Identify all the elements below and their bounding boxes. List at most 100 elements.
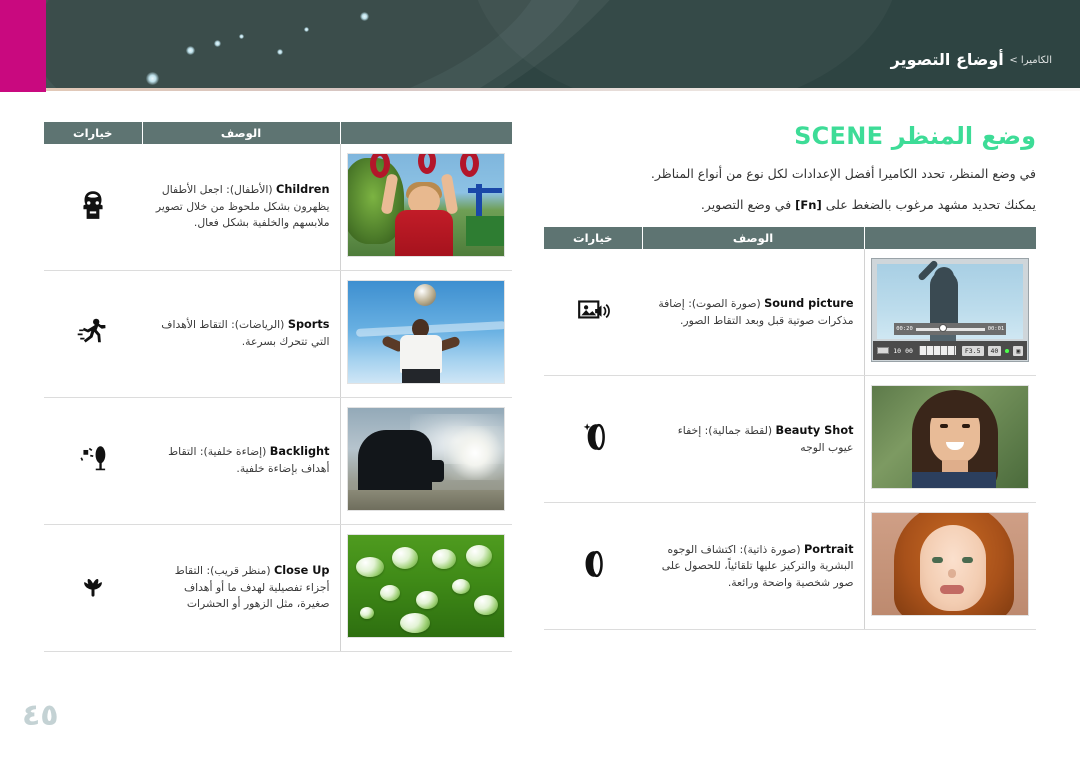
table-row: Beauty Shot (لقطة جمالية): إخفاء عيوب ال… xyxy=(544,375,1036,504)
row-title-en: Children xyxy=(276,183,330,197)
column-header-options: خيارات xyxy=(44,122,143,144)
row-photo-cell xyxy=(340,524,512,652)
scene-options-table-left: الوصف خيارات Children (الأطفال): اجعل ال… xyxy=(44,122,512,652)
row-title-ar: (صورة الصوت) xyxy=(691,296,761,310)
row-title-ar: (الرياضات) xyxy=(234,318,285,332)
row-icon-cell xyxy=(544,375,642,504)
row-description-cell: Backlight (إضاءة خلفية): التقاط أهداف بإ… xyxy=(142,397,341,525)
shots-left: 00 xyxy=(905,346,913,355)
row-title-ar: (إضاءة خلفية) xyxy=(203,445,267,459)
table-head: الوصف خيارات xyxy=(544,227,1036,250)
section-paragraph-1: في وضع المنظر، تحدد الكاميرا أفضل الإعدا… xyxy=(650,166,1036,181)
row-title-ar: (الأطفال) xyxy=(229,183,273,197)
mode-badge: ▣ xyxy=(1013,345,1024,356)
backlit-silhouette-photo xyxy=(347,407,506,511)
row-description-cell: Close Up (منظر قريب): التقاط أجزاء تفصيل… xyxy=(142,524,341,652)
right-column: وضع المنظر SCENE في وضع المنظر، تحدد الك… xyxy=(544,122,1036,631)
section-paragraph-2: يمكنك تحديد مشهد مرغوب بالضغط على [Fn] ف… xyxy=(544,195,1036,215)
time-elapsed: 00:01 xyxy=(987,326,1005,333)
banner-sparkle-dot xyxy=(214,40,221,47)
row-photo-cell xyxy=(340,144,512,271)
sound-picture-icon xyxy=(576,293,610,327)
row-title-en: Beauty Shot xyxy=(775,423,854,437)
row-icon-cell xyxy=(544,249,642,377)
column-header-photo xyxy=(340,122,512,144)
camera-lcd-sound-recording-photo: 00:01 00:20 ▣ 40 F3.5 00 10 xyxy=(871,258,1030,363)
row-title-en: Sports xyxy=(287,318,330,332)
sports-header-ball-photo xyxy=(347,280,506,384)
page-header-banner: الكاميرا > أوضاع التصوير xyxy=(0,0,1080,88)
time-total: 00:20 xyxy=(896,326,913,333)
dewdrops-leaf-photo xyxy=(347,534,506,638)
table-body: 00:01 00:20 ▣ 40 F3.5 00 10 Sound pictur… xyxy=(544,249,1036,631)
row-description-text: Children (الأطفال): اجعل الأطفال يظهرون … xyxy=(152,182,330,231)
iso-value: 40 xyxy=(987,345,1002,356)
banner-underline xyxy=(46,88,1080,91)
aperture-value: F3.5 xyxy=(961,345,984,356)
row-title-en: Portrait xyxy=(804,542,854,556)
banner-sparkle-dot xyxy=(360,12,369,21)
page-number: ٤٥ xyxy=(22,698,59,733)
table-row: 00:01 00:20 ▣ 40 F3.5 00 10 Sound pictur… xyxy=(544,249,1036,377)
table-header-row: الوصف خيارات xyxy=(544,227,1036,250)
row-description-text: Backlight (إضاءة خلفية): التقاط أهداف بإ… xyxy=(152,444,330,477)
row-title-ar: (لقطة جمالية) xyxy=(708,423,773,437)
running-person-icon xyxy=(76,315,110,349)
flower-macro-icon xyxy=(76,569,110,603)
breadcrumb: الكاميرا > أوضاع التصوير xyxy=(891,50,1052,69)
banner-sparkle-dot xyxy=(239,34,244,39)
banner-sparkle-dot xyxy=(277,49,283,55)
row-photo-cell xyxy=(864,375,1036,504)
lcd-status-bar: ▣ 40 F3.5 00 10 xyxy=(873,341,1028,361)
row-icon-cell xyxy=(544,502,642,631)
woman-smiling-photo xyxy=(871,385,1030,490)
beauty-shot-icon xyxy=(576,420,610,454)
row-description-cell: Beauty Shot (لقطة جمالية): إخفاء عيوب ال… xyxy=(642,375,865,504)
breadcrumb-parent[interactable]: الكاميرا > xyxy=(1009,55,1052,66)
row-icon-cell xyxy=(44,144,142,271)
fn-key-label: [Fn] xyxy=(795,198,822,213)
child-icon xyxy=(76,188,110,222)
section-title-arabic: وضع المنظر xyxy=(891,122,1036,150)
row-photo-cell xyxy=(864,502,1036,631)
row-description-cell: Sports (الرياضات): التقاط الأهداف التي ت… xyxy=(142,270,341,398)
row-title-ar: (صورة ذاتية) xyxy=(743,542,801,556)
row-title-en: Sound picture xyxy=(764,296,854,310)
row-icon-cell xyxy=(44,524,142,652)
table-body: Children (الأطفال): اجعل الأطفال يظهرون … xyxy=(44,144,512,652)
row-title-en: Backlight xyxy=(269,445,330,459)
row-description-text: Beauty Shot (لقطة جمالية): إخفاء عيوب ال… xyxy=(652,423,854,456)
table-row: Portrait (صورة ذاتية): اكتشاف الوجوه الب… xyxy=(544,502,1036,631)
row-description-cell: Portrait (صورة ذاتية): اكتشاف الوجوه الب… xyxy=(642,502,865,631)
breadcrumb-current: أوضاع التصوير xyxy=(890,50,1004,69)
row-icon-cell xyxy=(44,397,142,525)
row-photo-cell: 00:01 00:20 ▣ 40 F3.5 00 10 xyxy=(864,249,1036,377)
row-description-text: Portrait (صورة ذاتية): اكتشاف الوجوه الب… xyxy=(652,542,854,591)
table-row: Children (الأطفال): اجعل الأطفال يظهرون … xyxy=(44,144,512,271)
page-title: وضع المنظر SCENE xyxy=(544,122,1036,150)
backlight-tree-sun-icon xyxy=(76,442,110,476)
column-header-photo xyxy=(864,227,1036,250)
focus-indicator-dot xyxy=(1005,348,1010,353)
magenta-accent-block xyxy=(0,0,46,92)
table-header-row: الوصف خيارات xyxy=(44,122,512,144)
left-column: الوصف خيارات Children (الأطفال): اجعل ال… xyxy=(44,122,512,652)
paragraph2-before: يمكنك تحديد مشهد مرغوب بالضغط على xyxy=(821,197,1036,213)
portrait-face-icon xyxy=(576,547,610,581)
column-header-description: الوصف xyxy=(642,227,865,250)
column-header-options: خيارات xyxy=(544,227,643,250)
paragraph2-after: في وضع التصوير. xyxy=(700,197,796,213)
child-portrait-photo xyxy=(871,512,1030,617)
row-photo-cell xyxy=(340,270,512,398)
audio-progress-bar: 00:01 00:20 xyxy=(894,323,1007,336)
column-header-description: الوصف xyxy=(142,122,341,144)
row-description-text: Close Up (منظر قريب): التقاط أجزاء تفصيل… xyxy=(152,563,330,612)
banner-sparkle-dot xyxy=(304,27,309,32)
table-row: Sports (الرياضات): التقاط الأهداف التي ت… xyxy=(44,270,512,398)
row-description-cell: Children (الأطفال): اجعل الأطفال يظهرون … xyxy=(142,144,341,271)
table-row: Close Up (منظر قريب): التقاط أجزاء تفصيل… xyxy=(44,524,512,652)
children-playground-photo xyxy=(347,153,506,257)
scene-mode-label: SCENE xyxy=(794,122,884,150)
scene-options-table-right: الوصف خيارات 00:01 00:20 ▣ 40 F3.5 00 10… xyxy=(544,227,1036,631)
exposure-scale xyxy=(918,346,956,356)
